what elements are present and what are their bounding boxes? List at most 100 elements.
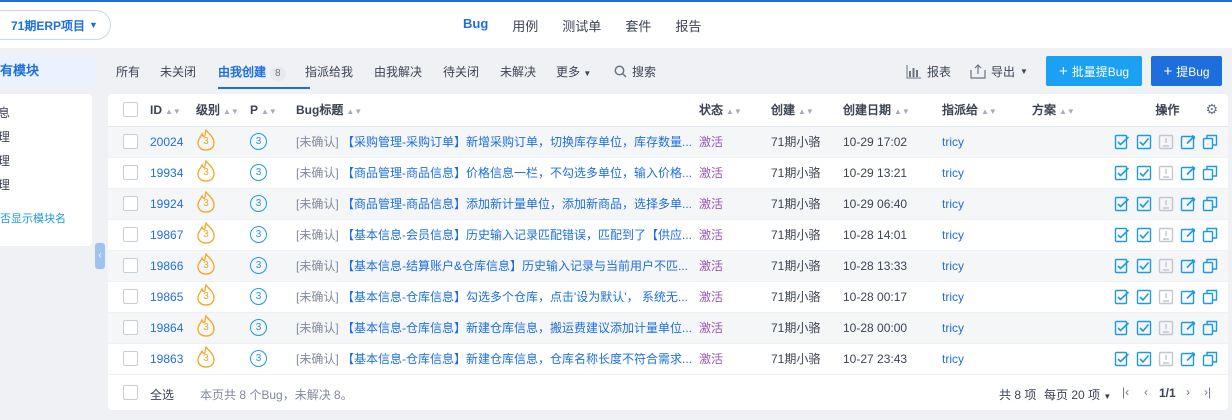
copy-bug-icon[interactable] (1202, 165, 1218, 181)
nav-cases[interactable]: 用例 (512, 16, 538, 35)
edit-bug-icon[interactable] (1180, 196, 1196, 212)
module-item[interactable]: 息 (0, 104, 10, 121)
table-row[interactable]: 19924 3 3 [未确认] 【商品管理-商品信息】添加新计量单位，添加新商品，选择… (108, 188, 1228, 220)
bug-title[interactable]: 【商品管理-商品信息】价格信息一栏，不勾选多单位，输入价格... (342, 166, 692, 180)
row-checkbox[interactable] (123, 320, 138, 336)
copy-bug-icon[interactable] (1202, 258, 1218, 274)
bug-id[interactable]: 19866 (150, 259, 183, 273)
resolve-bug-icon[interactable] (1136, 351, 1152, 367)
nav-bug[interactable]: Bug (463, 16, 488, 35)
bug-title-cell[interactable]: [未确认] 【采购管理-采购订单】新增采购订单，切换库存单位，库存数量... (296, 126, 699, 158)
row-checkbox[interactable] (123, 134, 138, 150)
row-checkbox[interactable] (123, 196, 138, 212)
bug-id[interactable]: 19924 (150, 197, 183, 211)
tab-all[interactable]: 所有 (116, 63, 140, 80)
bug-id[interactable]: 19865 (150, 290, 183, 304)
table-row[interactable]: 19934 3 3 [未确认] 【商品管理-商品信息】价格信息一栏，不勾选多单位，输入… (108, 157, 1228, 189)
bug-title[interactable]: 【采购管理-采购订单】新增采购订单，切换库存单位，库存数量... (342, 135, 692, 149)
bug-title-cell[interactable]: [未确认] 【基本信息-仓库信息】新建仓库信息，仓库名称长度不符合需求... (296, 343, 699, 375)
bug-title-cell[interactable]: [未确认] 【基本信息-结算账户&仓库信息】历史输入记录与当前用户不匹... (296, 250, 699, 282)
confirm-bug-icon[interactable] (1114, 134, 1130, 150)
resolve-bug-icon[interactable] (1136, 258, 1152, 274)
tab-unclosed[interactable]: 未关闭 (160, 63, 196, 80)
module-item[interactable]: 理 (0, 152, 10, 169)
bug-title[interactable]: 【基本信息-仓库信息】勾选多个仓库，点击'设为默认'， 系统无... (342, 290, 688, 304)
show-module-name-option[interactable]: 否显示模块名 (0, 210, 66, 226)
tab-to-close[interactable]: 待关闭 (443, 63, 479, 80)
column-resolution[interactable]: 方案 ▲▼ (1032, 94, 1088, 127)
confirm-bug-icon[interactable] (1114, 258, 1130, 274)
copy-bug-icon[interactable] (1202, 227, 1218, 243)
module-item[interactable]: 理 (0, 176, 10, 193)
row-checkbox[interactable] (123, 351, 138, 367)
nav-suite[interactable]: 套件 (625, 16, 651, 35)
nav-report[interactable]: 报告 (675, 16, 701, 35)
confirm-bug-icon[interactable] (1114, 227, 1130, 243)
search-button[interactable]: 搜索 (614, 63, 656, 80)
bug-id[interactable]: 19867 (150, 228, 183, 242)
create-bug-button[interactable]: + 提Bug (1151, 56, 1222, 86)
edit-bug-icon[interactable] (1180, 351, 1196, 367)
nav-testtask[interactable]: 测试单 (562, 16, 601, 35)
column-status[interactable]: 状态 ▲▼ (699, 94, 771, 127)
bug-id[interactable]: 19864 (150, 321, 183, 335)
edit-bug-icon[interactable] (1180, 165, 1196, 181)
resolve-bug-icon[interactable] (1136, 227, 1152, 243)
table-row[interactable]: 19865 3 3 [未确认] 【基本信息-仓库信息】勾选多个仓库，点击'设为默认'，… (108, 281, 1228, 313)
column-id[interactable]: ID ▲▼ (150, 94, 196, 127)
assignee[interactable]: tricy (942, 352, 964, 366)
select-all-checkbox[interactable] (123, 385, 138, 400)
edit-bug-icon[interactable] (1180, 134, 1196, 150)
assignee[interactable]: tricy (942, 166, 964, 180)
confirm-bug-icon[interactable] (1114, 165, 1130, 181)
assignee[interactable]: tricy (942, 228, 964, 242)
column-assigned[interactable]: 指派给 ▲▼ (942, 94, 1032, 127)
resolve-bug-icon[interactable] (1136, 134, 1152, 150)
bug-title[interactable]: 【基本信息-结算账户&仓库信息】历史输入记录与当前用户不匹... (342, 259, 688, 273)
table-row[interactable]: 20024 3 3 [未确认] 【采购管理-采购订单】新增采购订单，切换库存单位，库存… (108, 126, 1228, 158)
assignee[interactable]: tricy (942, 259, 964, 273)
bug-title-cell[interactable]: [未确认] 【商品管理-商品信息】添加新计量单位，添加新商品，选择多单... (296, 188, 699, 220)
edit-bug-icon[interactable] (1180, 289, 1196, 305)
confirm-bug-icon[interactable] (1114, 320, 1130, 336)
bug-title-cell[interactable]: [未确认] 【基本信息-仓库信息】勾选多个仓库，点击'设为默认'， 系统无... (296, 281, 699, 313)
resolve-bug-icon[interactable] (1136, 289, 1152, 305)
assignee[interactable]: tricy (942, 321, 964, 335)
confirm-bug-icon[interactable] (1114, 351, 1130, 367)
report-button[interactable]: 报表 (906, 63, 951, 80)
export-button[interactable]: 导出 ▼ (970, 63, 1028, 80)
row-checkbox[interactable] (123, 165, 138, 181)
row-checkbox[interactable] (123, 289, 138, 305)
copy-bug-icon[interactable] (1202, 134, 1218, 150)
copy-bug-icon[interactable] (1202, 289, 1218, 305)
confirm-bug-icon[interactable] (1114, 289, 1130, 305)
table-row[interactable]: 19863 3 3 [未确认] 【基本信息-仓库信息】新建仓库信息，仓库名称长度不符合… (108, 343, 1228, 375)
per-page-select[interactable]: 每页 20 项 ▼ (1044, 386, 1111, 403)
bug-id[interactable]: 19934 (150, 166, 183, 180)
edit-bug-icon[interactable] (1180, 227, 1196, 243)
assignee[interactable]: tricy (942, 197, 964, 211)
row-checkbox[interactable] (123, 227, 138, 243)
batch-create-bug-button[interactable]: + 批量提Bug (1046, 56, 1142, 86)
row-checkbox[interactable] (123, 258, 138, 274)
resolve-bug-icon[interactable] (1136, 165, 1152, 181)
resolve-bug-icon[interactable] (1136, 196, 1152, 212)
column-title[interactable]: Bug标题 ▲▼ (296, 94, 699, 127)
tab-resolved-by-me[interactable]: 由我解决 (374, 63, 422, 80)
bug-title[interactable]: 【商品管理-商品信息】添加新计量单位，添加新商品，选择多单... (342, 197, 692, 211)
table-row[interactable]: 19866 3 3 [未确认] 【基本信息-结算账户&仓库信息】历史输入记录与当前用户… (108, 250, 1228, 282)
column-date[interactable]: 创建日期 ▲▼ (843, 94, 942, 127)
assignee[interactable]: tricy (942, 290, 964, 304)
edit-bug-icon[interactable] (1180, 320, 1196, 336)
collapse-sidebar-icon[interactable]: ‹ (95, 243, 105, 269)
tab-more[interactable]: 更多 ▼ (556, 63, 591, 80)
tab-assigned-to-me[interactable]: 指派给我 (305, 63, 353, 80)
project-switcher[interactable]: 71期ERP项目 ▼ (0, 10, 111, 40)
table-row[interactable]: 19867 3 3 [未确认] 【基本信息-会员信息】历史输入记录匹配错误，匹配到了【… (108, 219, 1228, 251)
module-item[interactable]: 理 (0, 128, 10, 145)
prev-page-icon[interactable]: ‹ (1144, 385, 1148, 399)
confirm-bug-icon[interactable] (1114, 196, 1130, 212)
copy-bug-icon[interactable] (1202, 351, 1218, 367)
column-creator[interactable]: 创建 ▲▼ (771, 94, 843, 127)
column-severity[interactable]: 级别 ▲▼ (196, 94, 250, 127)
